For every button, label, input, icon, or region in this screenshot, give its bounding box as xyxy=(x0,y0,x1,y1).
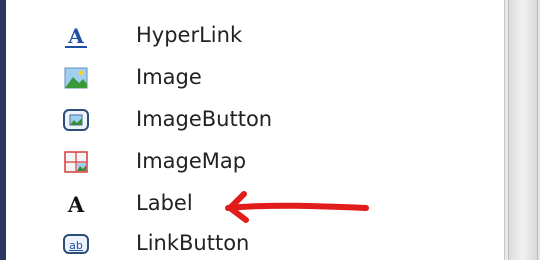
hyperlink-icon: A xyxy=(62,22,90,50)
toolbox-item-label: ImageMap xyxy=(136,149,247,173)
label-icon: A xyxy=(62,190,90,218)
image-map-icon xyxy=(62,148,90,176)
red-arrow-annotation xyxy=(225,191,369,223)
toolbox-item-imagemap[interactable]: ImageMap xyxy=(0,142,500,182)
toolbox-item-image[interactable]: Image xyxy=(0,58,500,98)
toolbox-item-label: Image xyxy=(136,65,202,89)
toolbox-item-label: LinkButton xyxy=(136,231,250,255)
svg-text:A: A xyxy=(67,24,84,48)
scrollbar-thumb[interactable] xyxy=(508,0,538,260)
svg-text:A: A xyxy=(67,192,85,217)
link-button-icon: ab xyxy=(62,230,90,258)
image-button-icon xyxy=(62,106,90,134)
toolbox-item-hyperlink[interactable]: A HyperLink xyxy=(0,16,500,56)
toolbox-item-linkbutton[interactable]: ab LinkButton xyxy=(0,224,500,264)
toolbox-item-label: HyperLink xyxy=(136,23,243,47)
toolbox-item-imagebutton[interactable]: ImageButton xyxy=(0,100,500,140)
toolbox-item-label: Label xyxy=(136,191,193,215)
toolbox-item-label: ImageButton xyxy=(136,107,273,131)
image-icon xyxy=(62,64,90,92)
